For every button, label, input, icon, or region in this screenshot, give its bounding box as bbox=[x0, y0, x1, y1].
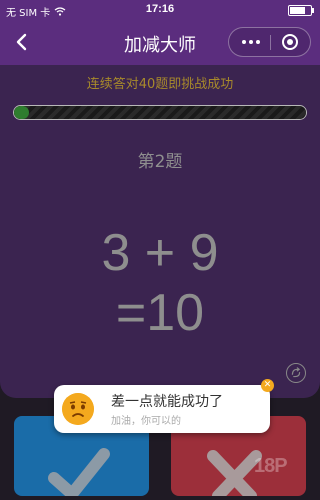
question-number: 第2题 bbox=[137, 152, 183, 172]
result: =10 bbox=[115, 284, 205, 342]
status-time: 17:16 bbox=[145, 3, 175, 15]
refresh-icon[interactable] bbox=[286, 363, 306, 383]
status-bar: 无 SIM 卡 17:16 bbox=[0, 0, 320, 20]
svg-text:18P: 18P bbox=[254, 455, 287, 477]
capsule-divider bbox=[270, 35, 271, 50]
more-dots-icon[interactable] bbox=[242, 40, 260, 44]
watermark-icon: 18P bbox=[254, 455, 288, 477]
sad-face-icon bbox=[62, 393, 94, 425]
battery-icon bbox=[288, 5, 314, 16]
nav-bar: 加减大师 bbox=[0, 20, 320, 65]
expression: 3 + 9 bbox=[101, 224, 219, 282]
progress-fill bbox=[14, 106, 29, 119]
toast-popup: 差一点就能成功了 加油，你可以的 ✕ bbox=[54, 379, 274, 433]
target-close-icon[interactable] bbox=[282, 34, 298, 50]
miniprogram-capsule bbox=[228, 27, 311, 57]
progress-track bbox=[14, 106, 306, 119]
progress-bar bbox=[13, 105, 307, 120]
watermark-logo: 18P bbox=[254, 453, 314, 483]
toast-message: 差一点就能成功了 bbox=[111, 394, 223, 410]
close-icon[interactable]: ✕ bbox=[261, 379, 274, 392]
game-card: 连续答对40题即挑战成功 第2题 3 + 9 =10 bbox=[0, 65, 320, 398]
toast-subtext: 加油，你可以的 bbox=[111, 416, 181, 427]
goal-text: 连续答对40题即挑战成功 bbox=[86, 77, 234, 92]
